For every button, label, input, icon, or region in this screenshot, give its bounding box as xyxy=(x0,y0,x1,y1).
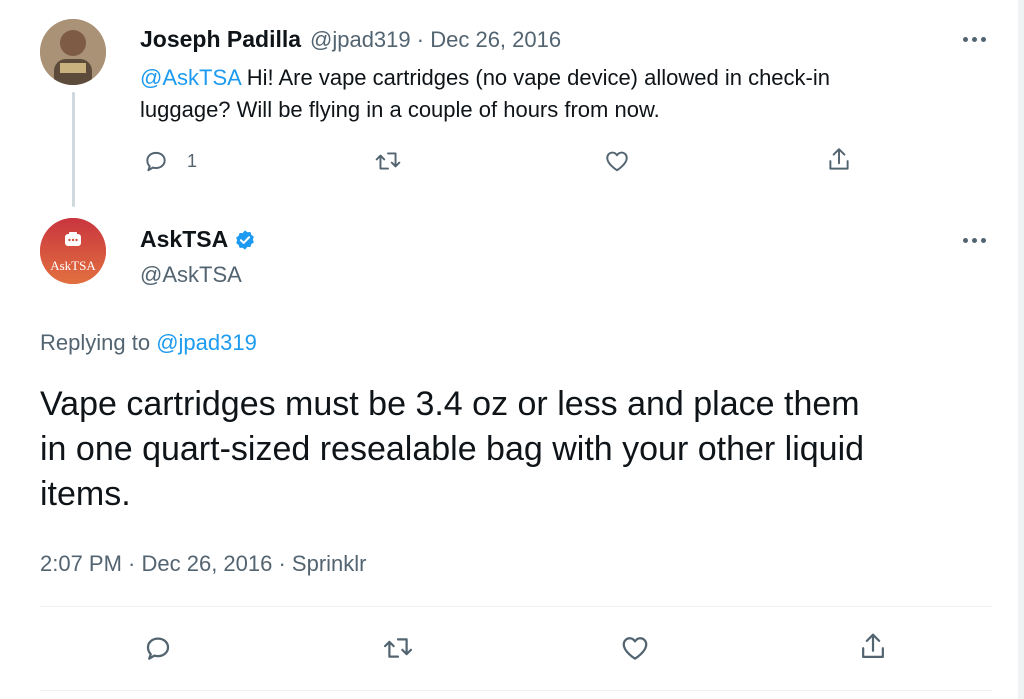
tweet1-author-handle[interactable]: @jpad319 xyxy=(310,27,411,52)
share-icon xyxy=(829,148,849,170)
verified-badge-icon xyxy=(236,229,255,250)
panel-border xyxy=(1018,0,1024,699)
reply-icon xyxy=(146,151,166,172)
tweet1-like-button[interactable] xyxy=(603,148,631,174)
avatar-photo-icon xyxy=(40,19,106,85)
tweet1-mention-link[interactable]: @AskTSA xyxy=(140,65,241,90)
tweet2-author-row: AskTSA xyxy=(140,226,256,253)
replying-to: Replying to @jpad319 xyxy=(40,330,257,356)
tweet2-author-name[interactable]: AskTSA xyxy=(140,226,228,253)
asktsa-logo-icon xyxy=(40,218,106,284)
tweet2-text-line1: Vape cartridges must be 3.4 oz or less a… xyxy=(40,385,860,423)
tweet1-text-line2: luggage? Will be flying in a couple of h… xyxy=(140,97,660,122)
replying-to-handle[interactable]: @jpad319 xyxy=(156,330,257,355)
retweet-icon xyxy=(375,152,401,170)
tweet2-text-line3: items. xyxy=(40,475,131,513)
tweet1-reply-count: 1 xyxy=(187,150,198,171)
tweet2-reply-button[interactable] xyxy=(143,633,173,663)
tweet1-separator: · xyxy=(416,27,425,52)
tweet2-more-icon[interactable] xyxy=(963,238,986,243)
avatar-asktsa-text: AskTSA xyxy=(50,258,96,273)
tweet2-author-handle[interactable]: @AskTSA xyxy=(140,262,242,288)
tweet1-date[interactable]: Dec 26, 2016 xyxy=(430,27,561,52)
reply-icon xyxy=(146,637,170,660)
tweet1-text: @AskTSA Hi! Are vape cartridges (no vape… xyxy=(140,62,960,126)
tweet1-share-button[interactable] xyxy=(826,146,852,174)
avatar-joseph-padilla[interactable] xyxy=(40,19,106,85)
tweet2-like-button[interactable] xyxy=(619,633,651,663)
like-icon xyxy=(622,637,648,660)
thread-connector-line xyxy=(72,92,75,207)
tweet1-more-icon[interactable] xyxy=(963,37,986,42)
tweet1-reply-button[interactable]: 1 xyxy=(143,148,197,174)
like-icon xyxy=(606,151,628,172)
tweet2-retweet-button[interactable] xyxy=(382,633,414,663)
divider-bottom xyxy=(40,690,992,691)
tweet2-text-line2: in one quart-sized resealable bag with y… xyxy=(40,430,865,468)
avatar-asktsa[interactable]: AskTSA xyxy=(40,218,106,284)
tweet2-share-button[interactable] xyxy=(858,631,888,663)
replying-to-label: Replying to xyxy=(40,330,157,355)
tweet1-header-meta: @jpad319 · Dec 26, 2016 xyxy=(310,27,561,53)
tweet1-text-line1: Hi! Are vape cartridges (no vape device)… xyxy=(240,65,830,90)
tweet1-author-name[interactable]: Joseph Padilla xyxy=(140,26,301,53)
divider-top xyxy=(40,606,992,607)
share-icon xyxy=(862,633,884,658)
retweet-icon xyxy=(383,638,413,658)
tweet2-timestamp[interactable]: 2:07 PM · Dec 26, 2016 · Sprinklr xyxy=(40,551,366,577)
tweet2-text: Vape cartridges must be 3.4 oz or less a… xyxy=(40,382,1000,517)
tweet1-retweet-button[interactable] xyxy=(374,148,402,174)
